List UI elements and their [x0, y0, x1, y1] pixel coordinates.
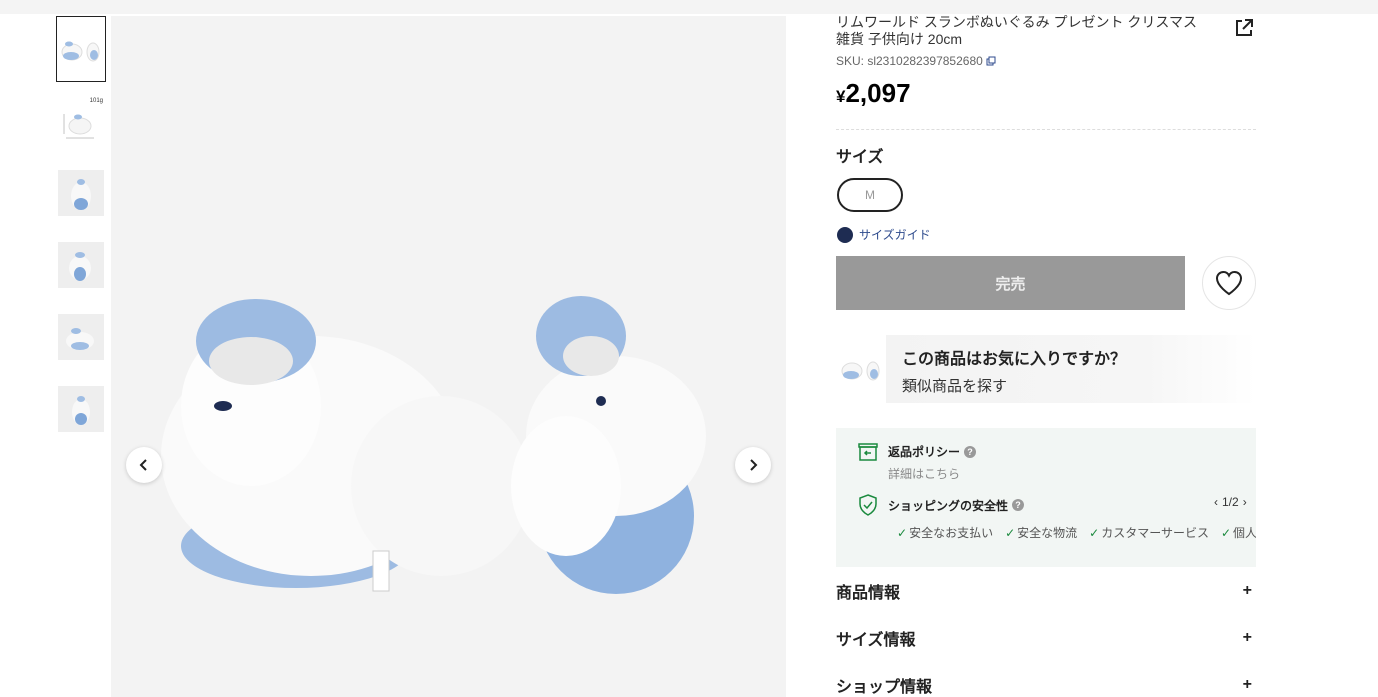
prev-image-button[interactable] [126, 447, 162, 483]
return-policy-title: 返品ポリシー [888, 445, 961, 459]
shield-check-icon [859, 494, 877, 516]
size-label: サイズ [836, 149, 884, 166]
promo-text: この商品はお気に入りですか？ 類似商品を探す [886, 335, 1256, 403]
plus-icon: + [1242, 582, 1252, 599]
sku-row: SKU: sl2310282397852680 [836, 54, 1256, 68]
return-policy[interactable]: 返品ポリシー? 詳細はこちら [858, 443, 977, 482]
copy-icon[interactable] [986, 56, 996, 66]
accordion-product-info[interactable]: 商品情報 + [836, 579, 1256, 603]
safety-features: ✓ 安全なお支払い ✓ 安全な物流 ✓ カスタマーサービス ✓ 個人 [897, 524, 1256, 541]
feature-label: 安全なお支払い [909, 526, 994, 540]
plus-icon: + [1242, 676, 1252, 693]
size-guide-link[interactable]: サイズガイド [837, 226, 931, 243]
check-icon: ✓ [1005, 526, 1016, 540]
check-icon: ✓ [897, 526, 908, 540]
find-similar-link[interactable]: 類似商品を探す [902, 375, 1240, 396]
similar-items-promo[interactable]: この商品はお気に入りですか？ 類似商品を探す [836, 335, 1256, 403]
promo-thumbnail [836, 335, 886, 403]
ruler-icon [837, 226, 853, 243]
shopping-safety: ショッピングの安全性? [858, 494, 1025, 516]
plush-pair-image [61, 41, 100, 62]
accordion-label: 商品情報 [836, 585, 901, 602]
safety-pager: ‹ 1/2 › [1214, 495, 1247, 509]
plush-front-image [58, 170, 104, 216]
external-link-icon [1236, 19, 1253, 36]
size-option-m[interactable]: M [837, 178, 903, 212]
thumbnail-3[interactable] [56, 160, 106, 226]
feature-item: ✓ 個人 [1221, 524, 1256, 541]
chevron-right-icon [750, 459, 758, 471]
help-icon[interactable]: ? [964, 445, 977, 458]
check-icon: ✓ [1089, 526, 1100, 540]
feature-item: ✓ 安全なお支払い [897, 524, 993, 541]
accordion-size-info[interactable]: サイズ情報 + [836, 626, 1256, 650]
return-box-icon [858, 443, 878, 461]
chevron-left-icon[interactable]: ‹ [1214, 495, 1218, 509]
feature-item: ✓ カスタマーサービス [1089, 524, 1209, 541]
sold-out-button[interactable]: 完売 [836, 256, 1185, 310]
thumbnail-4[interactable] [56, 232, 106, 298]
plus-icon: + [1242, 629, 1252, 646]
feature-item: ✓ 安全な物流 [1005, 524, 1077, 541]
thumbnail-5[interactable] [56, 304, 106, 370]
plush-pair-image [841, 361, 880, 381]
product-title: リムワールド スランボぬいぐるみ プレゼント クリスマス 雑貨 子供向け 20c… [836, 14, 1197, 47]
accordion-label: ショップ情報 [836, 679, 933, 696]
thumbnail-list: 101g [56, 16, 106, 448]
chevron-left-icon [139, 459, 147, 471]
main-product-image [161, 296, 706, 594]
feature-label: 安全な物流 [1017, 526, 1078, 540]
feature-label: 個人 [1233, 526, 1256, 540]
product-image-gallery [111, 16, 786, 697]
sku-text: SKU: sl2310282397852680 [836, 54, 983, 68]
top-bar [0, 0, 1378, 14]
size-guide-label: サイズガイド [859, 228, 931, 242]
plush-size-image [63, 114, 94, 139]
price-value: 2,097 [845, 78, 911, 108]
promo-question: この商品はお気に入りですか？ [902, 351, 1127, 368]
safety-title: ショッピングの安全性 [888, 498, 1009, 513]
share-button[interactable] [1234, 18, 1254, 38]
chevron-right-icon[interactable]: › [1243, 495, 1247, 509]
plush-back-image [58, 386, 104, 432]
help-icon[interactable]: ? [1012, 499, 1025, 511]
pager-text: 1/2 [1222, 495, 1239, 509]
thumbnail-1[interactable] [56, 16, 106, 82]
price-divider [836, 129, 1256, 130]
accordion-label: サイズ情報 [836, 632, 916, 649]
favorite-button[interactable] [1202, 256, 1256, 310]
thumbnail-6[interactable] [56, 376, 106, 442]
plush-angle-image [58, 314, 104, 360]
weight-tag: 101g [89, 98, 103, 104]
thumbnail-2[interactable]: 101g [56, 88, 106, 154]
policy-panel: 返品ポリシー? 詳細はこちら ショッピングの安全性? ‹ 1/2 › ✓ 安全なお… [836, 428, 1256, 567]
product-info: リムワールド スランボぬいぐるみ プレゼント クリスマス 雑貨 子供向け 20c… [836, 14, 1256, 109]
return-policy-details[interactable]: 詳細はこちら [888, 465, 976, 482]
feature-label: カスタマーサービス [1101, 526, 1209, 540]
plush-side-image [58, 242, 104, 288]
next-image-button[interactable] [735, 447, 771, 483]
heart-icon [1215, 270, 1243, 296]
product-price: ¥2,097 [836, 78, 1256, 109]
accordion-shop-info[interactable]: ショップ情報 + [836, 673, 1256, 697]
check-icon: ✓ [1220, 526, 1232, 540]
